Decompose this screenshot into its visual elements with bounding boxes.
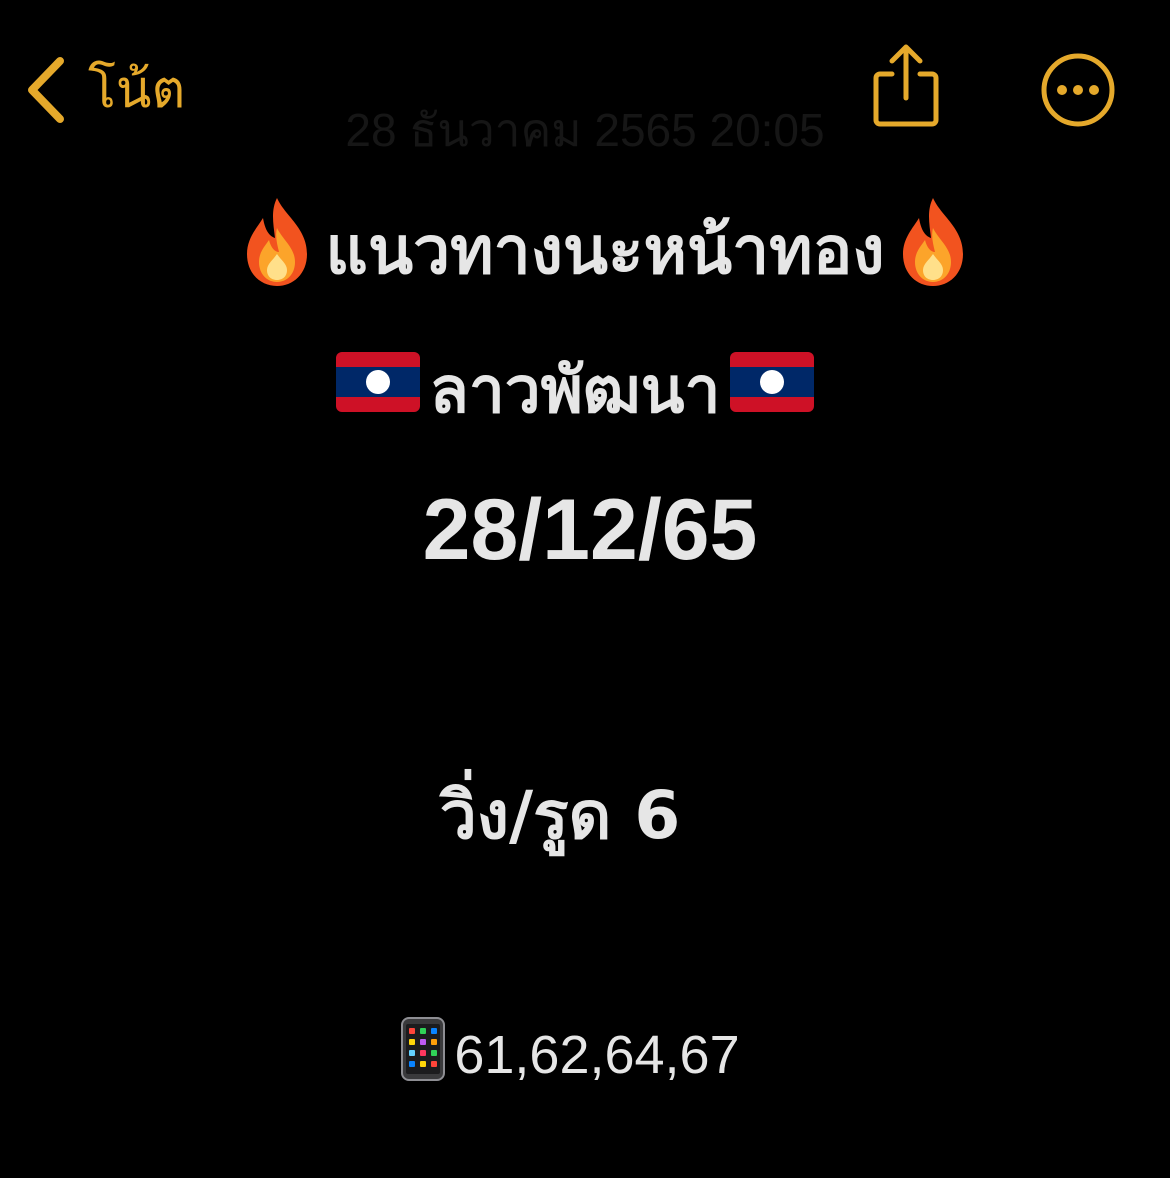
note-numbers-line: 61,62,64,67 (360, 1016, 780, 1090)
note-numbers: 61,62,64,67 (454, 1025, 740, 1085)
laos-flag-icon (730, 352, 815, 428)
fire-icon (893, 194, 973, 306)
note-subtitle: ลาวพัฒนา (429, 354, 721, 428)
fire-icon (237, 194, 317, 306)
note-timestamp: 28 ธันวาคม 2565 20:05 (345, 104, 825, 156)
note-subtitle-line: ลาวพัฒนา (270, 340, 880, 440)
note-title-line: แนวทางนะหน้าทอง (140, 195, 1070, 305)
note-date: 28/12/65 (422, 481, 758, 578)
note-run-digit: วิ่ง/รูด 6 (439, 776, 681, 854)
note-title: แนวทางนะหน้าทอง (325, 211, 885, 289)
laos-flag-icon (335, 352, 420, 428)
mobile-phone-icon (400, 1016, 446, 1095)
